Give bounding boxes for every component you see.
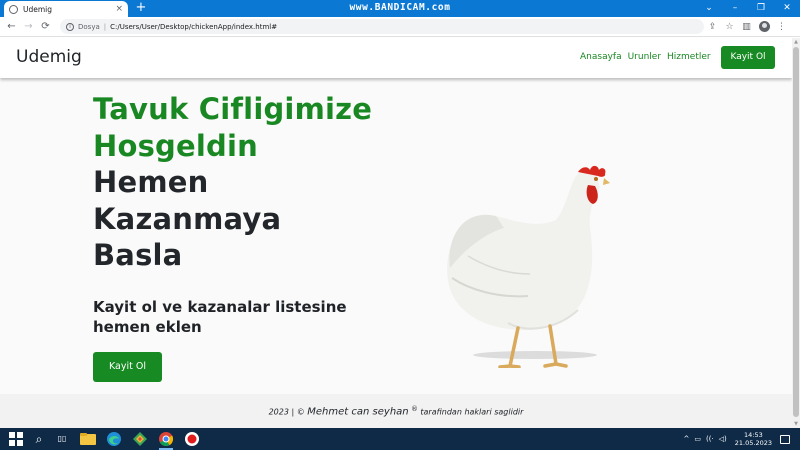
address-separator: |: [103, 22, 107, 31]
windows-taskbar: ⌕ ▯▯ ^ ▭ ((· ◁) 14:53 21.05.2023: [0, 428, 800, 450]
clock-date: 21.05.2023: [734, 439, 772, 447]
store-app-icon[interactable]: [131, 430, 149, 448]
scroll-thumb[interactable]: [793, 47, 799, 417]
security-label: Dosya: [78, 22, 100, 31]
bandicam-record-icon[interactable]: [183, 430, 201, 448]
taskbar-clock[interactable]: 14:53 21.05.2023: [735, 431, 772, 447]
tab-search-icon[interactable]: ⌄: [696, 0, 722, 17]
chrome-icon[interactable]: [157, 430, 175, 450]
minimize-icon[interactable]: –: [722, 0, 748, 17]
footer-prefix: 2023 | ©: [268, 407, 305, 417]
hero-subheading: Kayit ol ve kazanalar listesine hemen ek…: [93, 298, 347, 336]
restore-icon[interactable]: ❐: [748, 0, 774, 17]
address-bar[interactable]: i Dosya | C:/Users/User/Desktop/chickenA…: [60, 19, 704, 34]
site-nav: Anasayfa Urunler Hizmetler: [580, 52, 717, 62]
window-controls: ⌄ – ❐ ✕: [696, 0, 800, 17]
wifi-icon[interactable]: ((·: [706, 435, 714, 443]
edge-browser-icon[interactable]: [105, 430, 123, 448]
search-icon[interactable]: ⌕: [30, 430, 48, 448]
side-panel-icon[interactable]: ▥: [738, 17, 755, 37]
registered-mark: ®: [411, 405, 418, 413]
nav-signup-button[interactable]: Kayit Ol: [721, 46, 775, 69]
browser-tab[interactable]: Udemig ×: [4, 1, 128, 17]
share-icon[interactable]: ⇪: [704, 17, 721, 37]
bookmark-star-icon[interactable]: ☆: [721, 17, 738, 37]
browser-toolbar: ← → ⟳ i Dosya | C:/Users/User/Desktop/ch…: [0, 17, 800, 37]
windows-start-icon[interactable]: [7, 430, 25, 448]
hero-signup-button[interactable]: Kayit Ol: [93, 352, 162, 382]
chicken-image: [447, 165, 610, 368]
system-tray: ^ ▭ ((· ◁) 14:53 21.05.2023: [678, 428, 790, 450]
tray-chevron-icon[interactable]: ^: [683, 435, 689, 443]
tab-title: Udemig: [23, 4, 53, 14]
nav-link-hizmetler[interactable]: Hizmetler: [667, 52, 711, 62]
hero-line-4: Kazanmaya: [93, 201, 282, 236]
footer-author: Mehmet can seyhan: [307, 406, 409, 418]
site-header: Udemig Anasayfa Urunler Hizmetler Kayit …: [0, 38, 792, 78]
scroll-down-icon[interactable]: ▼: [792, 420, 800, 428]
file-explorer-icon[interactable]: [79, 430, 97, 448]
back-icon[interactable]: ←: [3, 17, 20, 37]
scroll-up-icon[interactable]: ▲: [792, 38, 800, 46]
web-page: Udemig Anasayfa Urunler Hizmetler Kayit …: [0, 38, 792, 428]
footer-suffix: tarafindan haklari saglidir: [420, 407, 524, 417]
forward-icon[interactable]: →: [20, 17, 37, 37]
site-footer: 2023 | © Mehmet can seyhan ® tarafindan …: [0, 394, 792, 428]
nav-link-anasayfa[interactable]: Anasayfa: [580, 52, 622, 62]
url-text[interactable]: C:/Users/User/Desktop/chickenApp/index.h…: [110, 23, 698, 31]
site-brand[interactable]: Udemig: [16, 47, 82, 67]
hero-line-3: Hemen: [93, 165, 209, 199]
reload-icon[interactable]: ⟳: [37, 17, 54, 37]
battery-icon[interactable]: ▭: [694, 435, 701, 443]
hero-line-2: Hosgeldin: [93, 128, 258, 163]
volume-icon[interactable]: ◁): [719, 435, 727, 443]
notification-icon[interactable]: [780, 434, 790, 444]
profile-avatar-icon[interactable]: [759, 21, 770, 32]
browser-menu-icon[interactable]: ⋮: [773, 17, 790, 37]
footer-copyright: 2023 | © Mehmet can seyhan ® tarafindan …: [0, 405, 792, 418]
clock-time: 14:53: [744, 431, 763, 439]
browser-titlebar: Udemig × + www.BANDICAM.com ⌄ – ❐ ✕: [0, 0, 800, 17]
close-window-icon[interactable]: ✕: [774, 0, 800, 17]
hero-line-5: Basla: [93, 238, 183, 272]
hero-line-1: Tavuk Cifligimize: [93, 92, 373, 126]
info-icon[interactable]: i: [66, 22, 74, 31]
globe-icon: [9, 4, 18, 14]
task-view-icon[interactable]: ▯▯: [53, 430, 71, 448]
page-scrollbar[interactable]: ▲ ▼: [792, 38, 800, 428]
new-tab-button[interactable]: +: [134, 0, 148, 17]
tab-close-icon[interactable]: ×: [115, 4, 123, 14]
nav-link-urunler[interactable]: Urunler: [628, 52, 661, 62]
hero-heading: Tavuk Cifligimize Hosgeldin Hemen Kazanm…: [93, 91, 413, 274]
